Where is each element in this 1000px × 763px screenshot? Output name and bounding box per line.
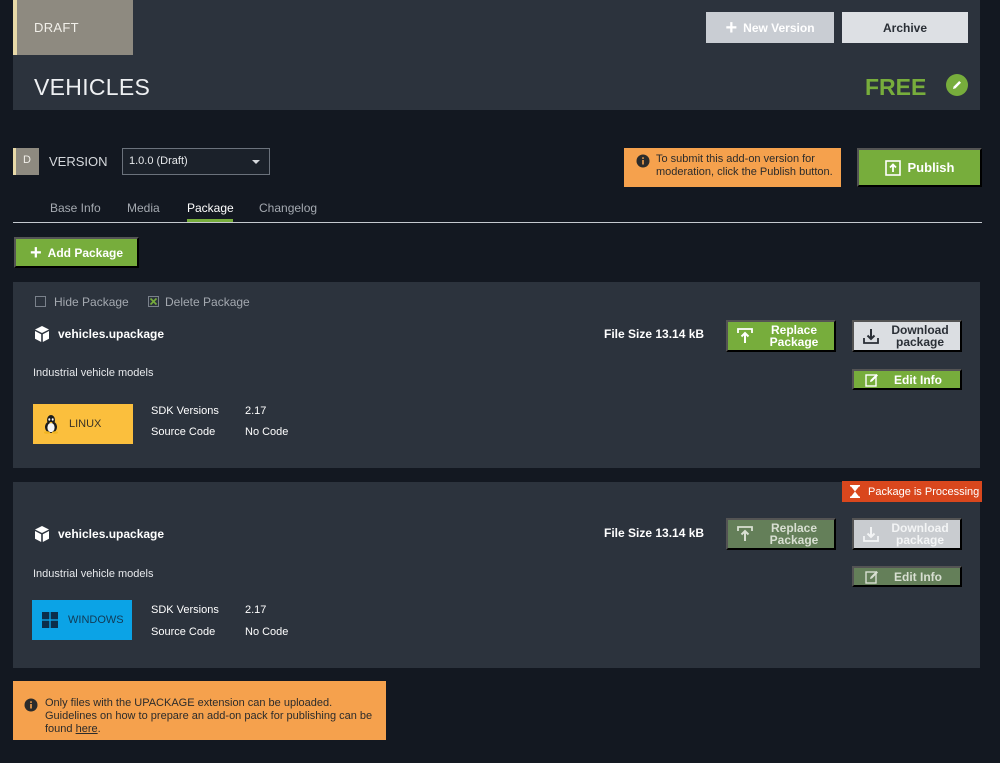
package-card-windows (13, 482, 980, 668)
edit-info-button[interactable]: Edit Info (852, 566, 962, 587)
source-code-key: Source Code (151, 626, 216, 638)
upload-icon (884, 159, 901, 176)
edit-info-label: Edit Info (894, 569, 942, 584)
hide-package-checkbox[interactable] (35, 296, 46, 307)
tabs-divider (13, 222, 982, 223)
delete-x-icon[interactable] (148, 296, 159, 307)
platform-label: WINDOWS (68, 614, 124, 626)
sdk-versions-key: SDK Versions (151, 604, 219, 616)
version-status-letter: D (23, 154, 31, 166)
publish-notice-text: To submit this add-on version for modera… (656, 153, 833, 178)
upload-guidelines-text: Only files with the UPACKAGE extension c… (45, 697, 373, 735)
download-icon (863, 329, 879, 344)
edit-info-label: Edit Info (894, 372, 942, 387)
package-box-icon (35, 326, 49, 342)
edit-icon (865, 373, 878, 387)
sdk-versions-value: 2.17 (245, 405, 267, 417)
edit-info-button[interactable]: Edit Info (852, 369, 962, 390)
publish-notice: To submit this add-on version for modera… (624, 148, 841, 187)
package-description: Industrial vehicle models (33, 367, 154, 379)
replace-package-button[interactable]: Replace Package (726, 320, 836, 352)
sdk-versions-key: SDK Versions (151, 405, 219, 417)
platform-badge-linux: LINUX (33, 404, 133, 444)
hide-package-label[interactable]: Hide Package (54, 295, 129, 309)
package-name: vehicles.upackage (58, 527, 165, 541)
replace-package-button[interactable]: Replace Package (726, 518, 836, 550)
edit-price-button[interactable] (946, 74, 968, 96)
upload-guidelines-notice: Only files with the UPACKAGE extension c… (13, 681, 386, 740)
download-package-label: Download package (891, 323, 949, 349)
processing-status-text: Package is Processing (868, 485, 980, 498)
publish-label: Publish (907, 160, 955, 175)
package-description: Industrial vehicle models (33, 568, 154, 580)
package-name: vehicles.upackage (58, 327, 165, 341)
hourglass-icon (850, 485, 860, 498)
download-icon (863, 527, 879, 542)
package-file-size: File Size 13.14 kB (604, 327, 705, 341)
source-code-value: No Code (245, 426, 289, 438)
new-version-label: New Version (743, 20, 815, 35)
replace-package-label: Replace Package (769, 521, 819, 547)
price-label: FREE (865, 74, 927, 100)
source-code-key: Source Code (151, 426, 216, 438)
plus-icon: + (725, 16, 738, 39)
info-icon (636, 154, 650, 168)
tab-media[interactable]: Media (127, 201, 160, 215)
package-card-linux (13, 282, 980, 468)
download-package-label: Download package (891, 521, 949, 547)
addon-header-card (13, 0, 980, 110)
archive-label: Archive (882, 20, 928, 35)
version-select[interactable]: 1.0.0 (Draft) (122, 148, 270, 175)
draft-status-text: DRAFT (34, 20, 79, 35)
draft-status-badge: DRAFT (13, 0, 133, 55)
version-select-value: 1.0.0 (Draft) (129, 155, 188, 167)
source-code-value: No Code (245, 626, 289, 638)
processing-status-badge: Package is Processing (842, 481, 982, 502)
linux-icon (44, 415, 58, 434)
archive-button[interactable]: Archive (842, 12, 968, 43)
caret-down-icon (252, 160, 260, 164)
download-package-button[interactable]: Download package (852, 518, 962, 550)
upload-icon (737, 328, 753, 343)
upload-icon (737, 526, 753, 541)
package-box-icon (35, 526, 49, 542)
edit-icon (865, 570, 878, 584)
addon-title: VEHICLES (34, 74, 151, 100)
tab-base-info[interactable]: Base Info (50, 201, 101, 215)
package-file-size: File Size 13.14 kB (604, 526, 705, 540)
delete-package-label[interactable]: Delete Package (165, 295, 250, 309)
pencil-icon (953, 81, 961, 89)
platform-badge-windows: WINDOWS (32, 600, 132, 640)
download-package-button[interactable]: Download package (852, 320, 962, 352)
version-label: VERSION (49, 154, 108, 169)
tab-package[interactable]: Package (187, 201, 234, 215)
platform-label: LINUX (69, 418, 102, 430)
replace-package-label: Replace Package (769, 323, 819, 349)
sdk-versions-value: 2.17 (245, 604, 267, 616)
publish-button[interactable]: Publish (857, 148, 982, 187)
info-icon (24, 698, 38, 712)
guidelines-link[interactable]: here (76, 723, 98, 735)
version-status-badge: D (13, 148, 39, 175)
add-package-label: Add Package (47, 245, 124, 260)
tab-changelog[interactable]: Changelog (259, 201, 317, 215)
add-package-button[interactable]: + Add Package (14, 237, 139, 268)
plus-icon: + (29, 241, 42, 264)
new-version-button[interactable]: + New Version (706, 12, 834, 43)
windows-icon (42, 612, 58, 628)
